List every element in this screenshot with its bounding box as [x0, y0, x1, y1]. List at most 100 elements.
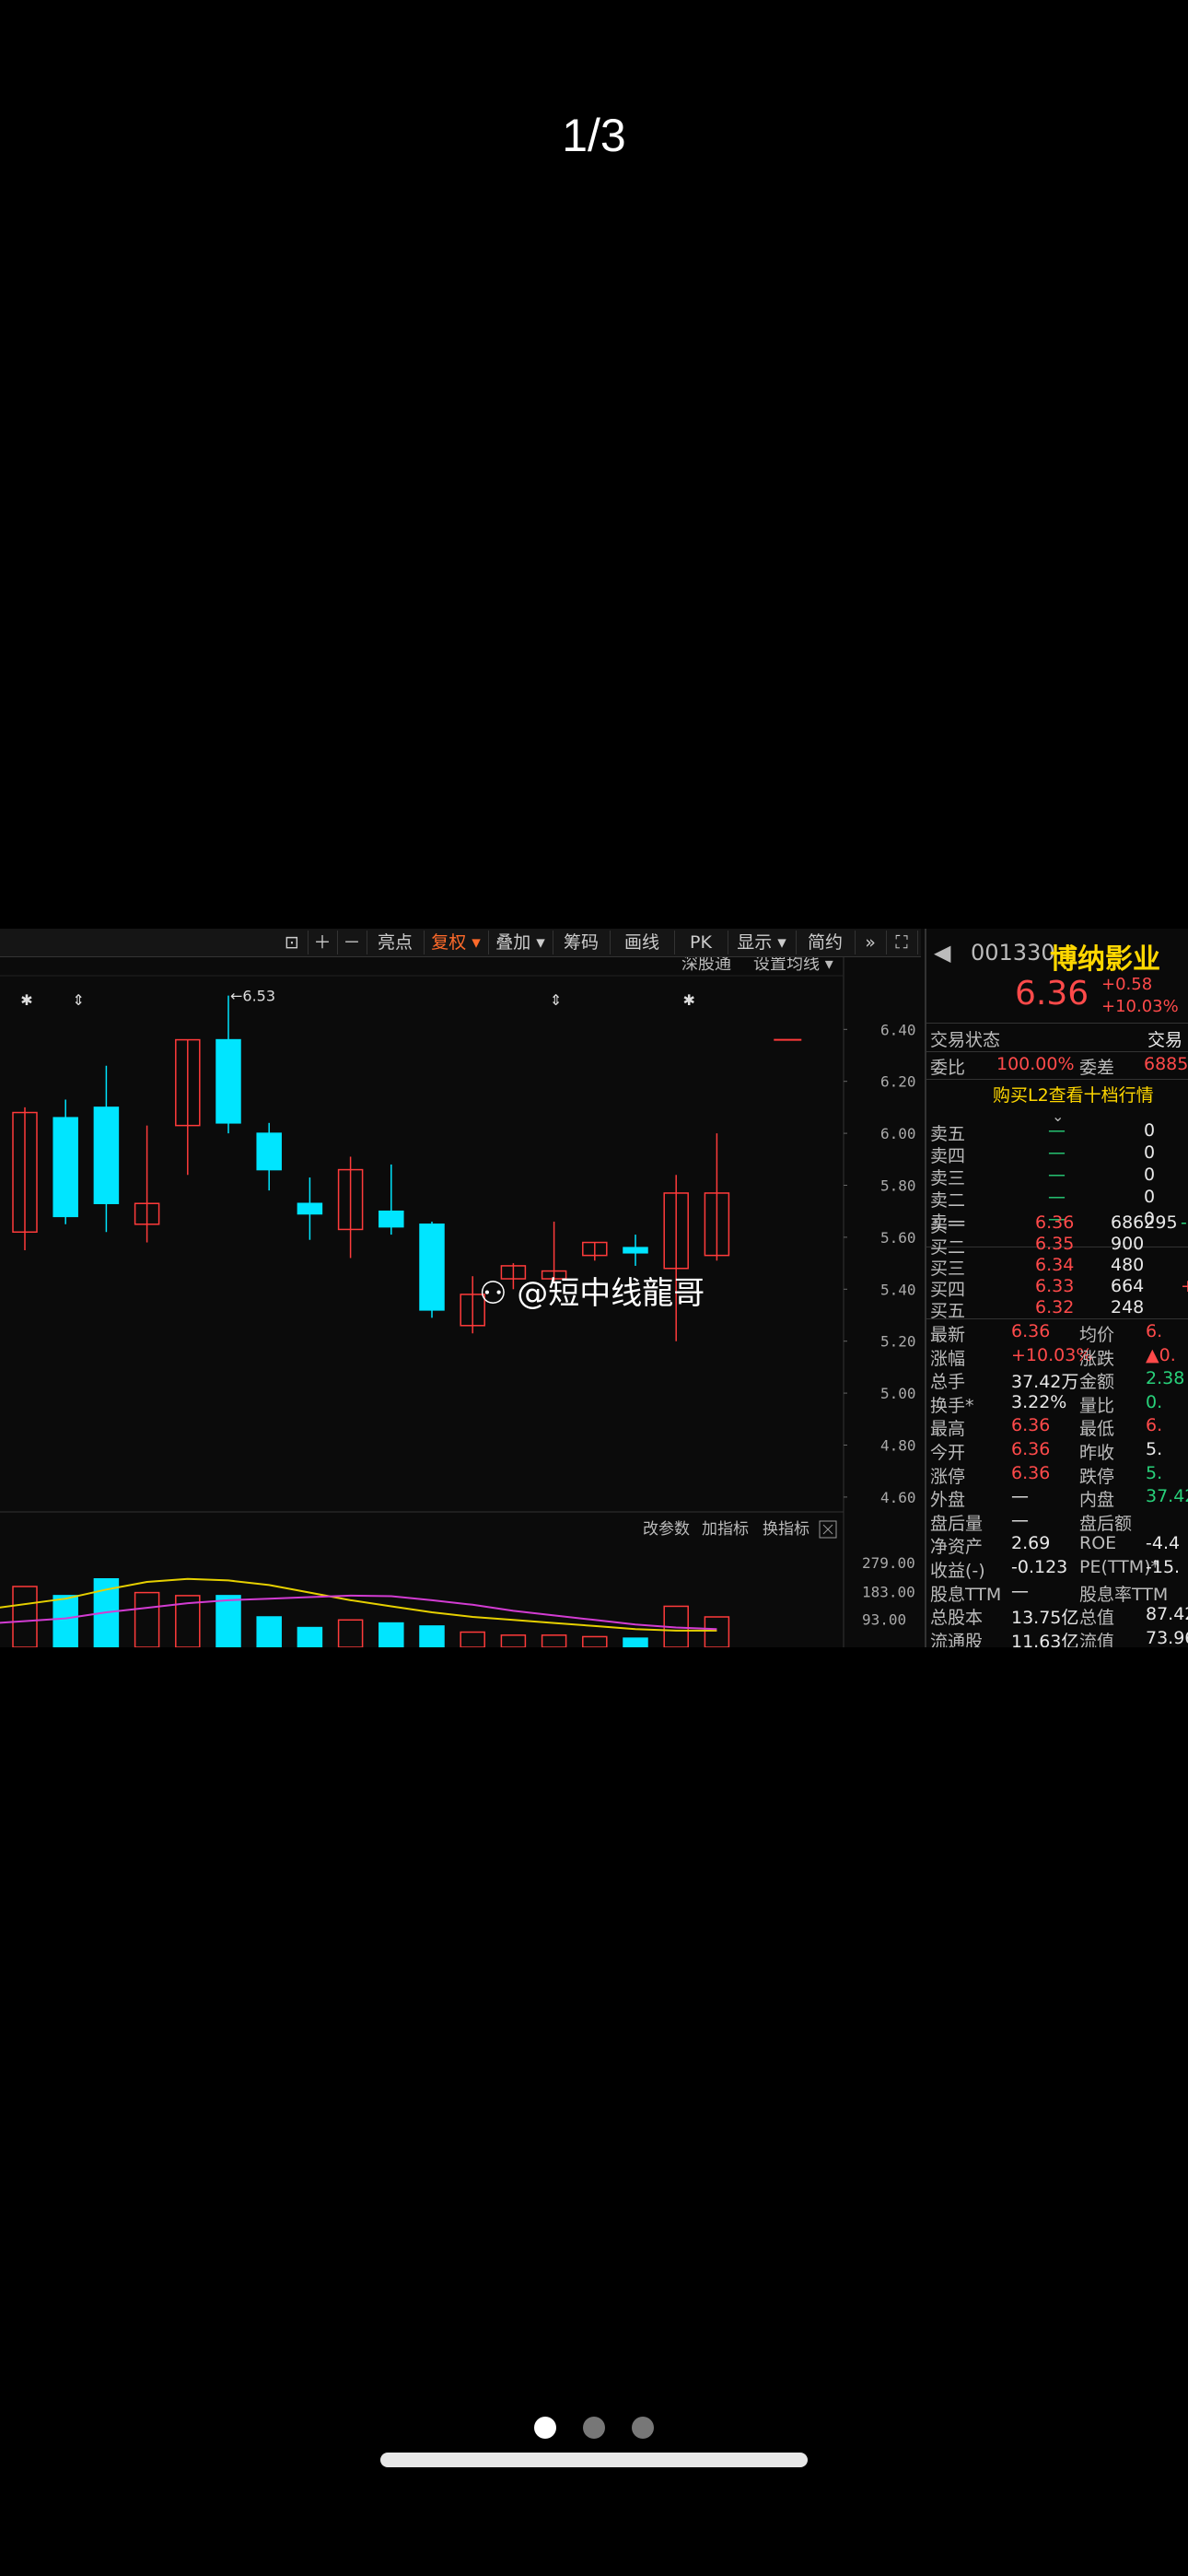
divider	[926, 1023, 1188, 1024]
stat-label: 内盘	[1079, 1490, 1115, 1511]
level-label: 卖二	[930, 1190, 966, 1211]
event-marker-icon: ⇕	[72, 991, 84, 1009]
set-ma-link: 设置均线 ▾	[753, 957, 833, 974]
level-price: 6.35	[1035, 1234, 1075, 1254]
weicha-label: 委差	[1079, 1058, 1115, 1078]
page-dot[interactable]	[632, 2417, 654, 2439]
stat-label: 量比	[1079, 1395, 1115, 1416]
stat-label: 涨停	[930, 1466, 966, 1487]
volume-bar	[134, 1591, 160, 1647]
level-volume: 900	[1111, 1234, 1145, 1254]
level-volume: 0	[1144, 1120, 1156, 1141]
level-price: —	[1048, 1142, 1066, 1163]
volume-bar	[704, 1616, 730, 1647]
divider	[926, 1318, 1188, 1319]
stat-row: 涨幅 +10.03% 涨跌 ▲0.	[926, 1345, 1188, 1369]
stat-label: 总手	[930, 1372, 966, 1393]
sell-level-row: 卖五 — 0	[926, 1120, 1188, 1144]
stat-label: 流值	[1079, 1631, 1115, 1647]
price-change: +0.58	[1101, 975, 1153, 994]
stat-value: 6.	[1146, 1415, 1163, 1436]
stat-row: 换手* 3.22% 量比 0.	[926, 1391, 1188, 1416]
level-price: 6.33	[1035, 1276, 1075, 1296]
price-tick-label: 6.00	[880, 1125, 916, 1142]
stat-label: 外盘	[930, 1490, 966, 1511]
volume-bar	[337, 1619, 364, 1647]
stat-row: 外盘 — 内盘 37.42	[926, 1486, 1188, 1511]
stat-value: -0.123	[1011, 1557, 1068, 1577]
stat-label: 跌停	[1079, 1466, 1115, 1487]
kline-chart: 深股通 设置均线 ▾ 6.40 6.20 6.00 5.80 5.60 5.40 5.20 5.0…	[0, 954, 916, 1647]
stat-row: 总手 37.42万 金额 2.38	[926, 1368, 1188, 1393]
stat-value: 37.42万	[1011, 1372, 1079, 1393]
level-volume: 480	[1111, 1255, 1145, 1275]
toolbar-draw-button[interactable]: 画线	[610, 931, 675, 954]
toolbar-simple-button[interactable]: 简约	[796, 931, 856, 954]
candle-body	[93, 1107, 120, 1204]
volume-bar	[52, 1595, 78, 1647]
stat-value: —	[1011, 1509, 1029, 1530]
stat-label: 收益(-)	[930, 1561, 985, 1581]
weibi-value: 100.00%	[996, 1054, 1075, 1074]
sell-level-row: 卖三 — 0	[926, 1165, 1188, 1188]
stat-row: 总股本 13.75亿总值 87.42	[926, 1604, 1188, 1629]
kline-chart-area[interactable]: 深股通 设置均线 ▾ 6.40 6.20 6.00 5.80 5.60 5.40 5.20 5.0…	[0, 954, 921, 1647]
lock-icon[interactable]: ⊡	[276, 931, 309, 954]
stat-label: 总值	[1079, 1608, 1115, 1629]
toolbar-highlight-button[interactable]: 亮点	[367, 931, 425, 954]
event-marker-icon: ⇕	[550, 991, 562, 1009]
stat-label: 金额	[1079, 1372, 1115, 1393]
zoom-out-icon[interactable]: －	[337, 931, 367, 954]
page-dot[interactable]	[534, 2417, 556, 2439]
back-arrow-icon[interactable]: ◀	[934, 940, 950, 966]
zoom-in-icon[interactable]: ＋	[308, 931, 338, 954]
forward-icon[interactable]: »	[855, 931, 887, 954]
l2-link[interactable]: 购买L2查看十档行情	[926, 1082, 1188, 1106]
stat-value: -4.4	[1146, 1533, 1181, 1554]
stat-label: 流通股	[930, 1631, 984, 1647]
price-tick-label: 5.60	[880, 1229, 916, 1247]
toolbar-overlay-button[interactable]: 叠加 ▾	[488, 931, 553, 954]
toolbar-adjust-button[interactable]: 复权 ▾	[424, 931, 489, 954]
weibi-label: 委比	[930, 1058, 966, 1078]
toolbar-display-button[interactable]: 显示 ▾	[728, 931, 797, 954]
stat-row: 最高 6.36 最低 6.	[926, 1415, 1188, 1440]
stat-label: 最低	[1079, 1419, 1115, 1440]
indicator-link: 换指标	[763, 1520, 809, 1539]
volume-bar	[541, 1634, 567, 1647]
weicha-value: 6885	[1144, 1054, 1188, 1074]
home-indicator[interactable]	[380, 2453, 808, 2467]
weibi-row: 委比 100.00% 委差 6885	[926, 1054, 1188, 1078]
sgt-link: 深股通	[681, 957, 731, 974]
stat-label: 最新	[930, 1325, 966, 1345]
price-block: 6.36 +0.58 +10.03%	[926, 975, 1188, 1021]
volume-bar	[256, 1616, 282, 1647]
candle-body	[623, 1247, 648, 1254]
l2-link-text: 购买L2查看十档行情	[993, 1085, 1154, 1106]
stat-value: 6.36	[1011, 1439, 1051, 1459]
stat-value: 0.	[1146, 1391, 1163, 1412]
level-label: 卖三	[930, 1168, 966, 1188]
stock-header: ◀ 001330 博纳影业	[926, 936, 1188, 976]
buy-level-row: 买五 6.32 248	[926, 1297, 1188, 1321]
fullscreen-icon[interactable]: ⛶	[886, 931, 918, 954]
toolbar-chips-button[interactable]: 筹码	[553, 931, 611, 954]
level-label: 卖五	[930, 1124, 966, 1144]
stat-row: 盘后量 — 盘后额	[926, 1509, 1188, 1534]
stat-label: 今开	[930, 1443, 966, 1463]
stat-row: 流通股 11.63亿流值 73.96	[926, 1628, 1188, 1647]
volume-tick-label: 93.00	[862, 1610, 906, 1628]
page-dot[interactable]	[583, 2417, 605, 2439]
stat-value: 6.	[1146, 1321, 1163, 1341]
volume-tick-label: 183.00	[862, 1584, 915, 1601]
level-volume: 248	[1111, 1297, 1145, 1317]
stat-value: 6.36	[1011, 1321, 1051, 1341]
toolbar-pk-button[interactable]: PK	[674, 931, 728, 954]
stat-value: 2.38	[1146, 1368, 1185, 1389]
stock-screenshot: ⊡ ＋ － 亮点 复权 ▾ 叠加 ▾ 筹码 画线 PK 显示 ▾ 简约 » ⛶ …	[0, 929, 1188, 1647]
buy-level-row: 买一6.36686295-3	[926, 1212, 1188, 1236]
stock-name: 博纳影业	[1050, 943, 1160, 976]
indicator-link: 改参数	[643, 1520, 690, 1539]
price-tick-label: 6.40	[880, 1021, 916, 1038]
level-price: —	[1048, 1165, 1066, 1185]
